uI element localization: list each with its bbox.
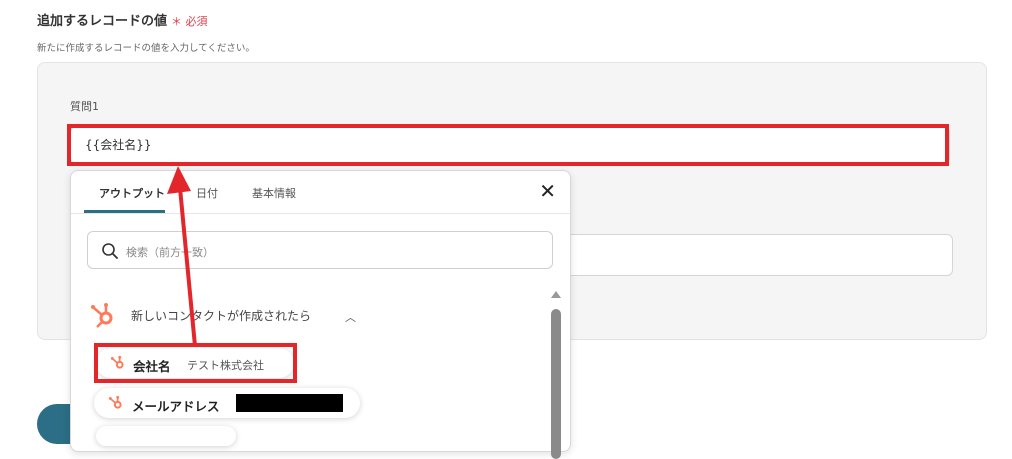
scrollbar-thumb[interactable] xyxy=(551,309,561,459)
field-label: 質問1 xyxy=(70,100,99,113)
scroll-up-icon[interactable] xyxy=(551,291,561,298)
item-name: 会社名 xyxy=(133,359,171,374)
hubspot-icon xyxy=(108,395,122,409)
section-title-text: 追加するレコードの値 xyxy=(37,14,168,29)
list-item-partial[interactable] xyxy=(96,426,236,446)
second-field-input[interactable] xyxy=(560,234,953,276)
active-tab-indicator xyxy=(84,210,165,213)
close-icon[interactable]: ✕ xyxy=(539,181,556,201)
search-input[interactable]: 検索（前方一致） xyxy=(87,231,553,269)
question-1-input[interactable]: {{会社名}} xyxy=(70,126,950,164)
group-label: 新しいコンタクトが作成されたら xyxy=(131,309,312,323)
search-placeholder: 検索（前方一致） xyxy=(126,246,214,259)
tab-date[interactable]: 日付 xyxy=(196,185,218,201)
hubspot-icon xyxy=(91,303,113,328)
scrollbar[interactable] xyxy=(551,291,561,459)
tab-basic-info[interactable]: 基本情報 xyxy=(252,185,296,201)
tab-output[interactable]: アウトプット xyxy=(99,185,165,201)
section-description: 新たに作成するレコードの値を入力してください。 xyxy=(37,43,255,54)
item-name: メールアドレス xyxy=(132,399,220,414)
redacted-value xyxy=(236,394,343,412)
section-title: 追加するレコードの値＊ 必須 xyxy=(37,10,208,29)
item-value: テスト株式会社 xyxy=(187,359,264,372)
chevron-up-icon[interactable]: ︿ xyxy=(345,309,356,325)
required-badge: ＊ 必須 xyxy=(171,15,208,28)
search-icon xyxy=(102,243,118,259)
list-item-company[interactable]: 会社名 テスト株式会社 xyxy=(96,348,294,378)
popup-tabs: アウトプット 日付 基本情報 ✕ xyxy=(71,171,570,214)
hubspot-icon xyxy=(110,355,124,369)
